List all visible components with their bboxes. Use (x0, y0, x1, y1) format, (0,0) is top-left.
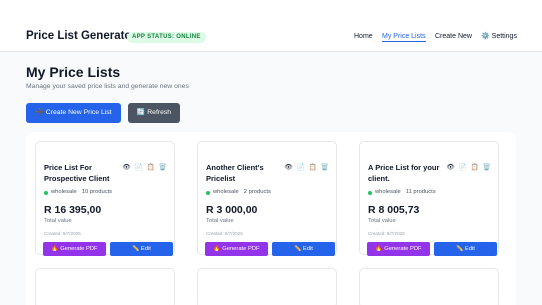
price-list-card: A Price List for your client. 👁 📄 📋 🗑️ w… (359, 141, 499, 256)
card-actions: 👁 📄 📋 🗑️ (446, 163, 491, 172)
trash-icon[interactable]: 🗑️ (482, 163, 491, 172)
status-dot-icon (206, 190, 210, 195)
card-product-count: 2 products (243, 189, 271, 195)
price-list-card-partial (35, 268, 175, 305)
copy-icon[interactable]: 📋 (470, 163, 479, 172)
card-created-date: Created: 9/7/2025 (44, 231, 81, 236)
card-category: wholesale (213, 189, 239, 195)
card-total-amount: R 8 005,73 (368, 204, 420, 216)
app-title: Price List Generator (26, 30, 136, 42)
document-icon[interactable]: 📄 (296, 163, 305, 172)
nav-my-price-lists-link[interactable]: My Price Lists (382, 32, 426, 42)
edit-button[interactable]: ✏️ Edit (434, 242, 497, 256)
create-new-price-list-button[interactable]: ➕ Create New Price List (26, 103, 121, 123)
generate-pdf-button[interactable]: 🔥 Generate PDF (43, 242, 106, 256)
document-icon[interactable]: 📄 (134, 163, 143, 172)
card-actions: 👁 📄 📋 🗑️ (122, 163, 167, 172)
status-badge: APP STATUS: ONLINE (127, 32, 206, 43)
nav-home-link[interactable]: Home (354, 32, 373, 41)
price-list-card: Another Client's Pricelist 👁 📄 📋 🗑️ whol… (197, 141, 337, 256)
generate-pdf-button[interactable]: 🔥 Generate PDF (205, 242, 268, 256)
card-created-date: Created: 9/7/2025 (206, 231, 243, 236)
page-title: My Price Lists (26, 64, 121, 80)
card-total-label: Total value (44, 218, 72, 224)
card-meta: wholesale 10 products (44, 189, 112, 196)
card-meta: wholesale 2 products (206, 189, 271, 196)
card-title: A Price List for your client. (368, 163, 440, 183)
price-list-card: Price List For Prospective Client 👁 📄 📋 … (35, 141, 175, 256)
price-list-card-partial (197, 268, 337, 305)
nav-create-new-link[interactable]: Create New (435, 32, 472, 41)
card-title: Another Client's Pricelist (206, 163, 264, 183)
card-title: Price List For Prospective Client (44, 163, 110, 183)
refresh-button[interactable]: 🔄 Refresh (128, 103, 180, 123)
card-total-amount: R 16 395,00 (44, 204, 102, 216)
card-category: wholesale (51, 189, 77, 195)
top-navbar: Price List Generator APP STATUS: ONLINE … (0, 0, 542, 52)
card-total-amount: R 3 000,00 (206, 204, 258, 216)
price-list-card-partial (359, 268, 499, 305)
nav-settings-link[interactable]: ⚙️ Settings (481, 32, 517, 41)
trash-icon[interactable]: 🗑️ (158, 163, 167, 172)
card-actions: 👁 📄 📋 🗑️ (284, 163, 329, 172)
status-dot-icon (368, 190, 372, 195)
generate-pdf-button[interactable]: 🔥 Generate PDF (367, 242, 430, 256)
card-meta: wholesale 11 products (368, 189, 436, 196)
copy-icon[interactable]: 📋 (308, 163, 317, 172)
card-total-label: Total value (206, 218, 234, 224)
document-icon[interactable]: 📄 (458, 163, 467, 172)
view-icon[interactable]: 👁 (284, 163, 293, 172)
edit-button[interactable]: ✏️ Edit (272, 242, 335, 256)
card-product-count: 10 products (81, 189, 113, 195)
status-dot-icon (44, 190, 48, 195)
copy-icon[interactable]: 📋 (146, 163, 155, 172)
card-created-date: Created: 9/7/2025 (368, 231, 405, 236)
page-subtitle: Manage your saved price lists and genera… (26, 83, 189, 90)
edit-button[interactable]: ✏️ Edit (110, 242, 173, 256)
view-icon[interactable]: 👁 (446, 163, 455, 172)
card-total-label: Total value (368, 218, 396, 224)
trash-icon[interactable]: 🗑️ (320, 163, 329, 172)
view-icon[interactable]: 👁 (122, 163, 131, 172)
card-product-count: 11 products (405, 189, 436, 195)
card-category: wholesale (375, 189, 401, 195)
